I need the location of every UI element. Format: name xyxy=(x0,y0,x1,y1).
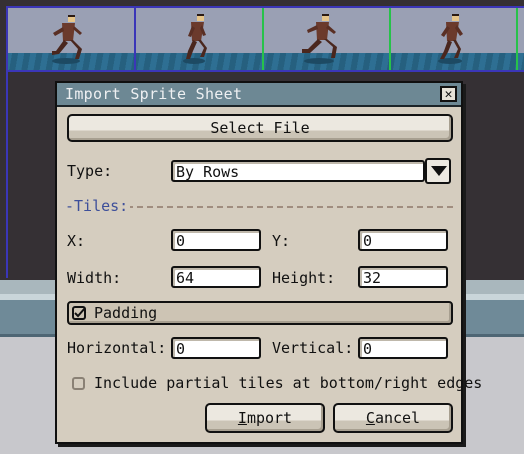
grid-line xyxy=(6,6,524,8)
dialog-title: Import Sprite Sheet xyxy=(65,85,243,103)
sprite-frame-1 xyxy=(52,15,82,64)
vertical-padding-field[interactable]: 0 xyxy=(358,337,448,359)
cancel-button[interactable]: Cancel xyxy=(333,403,453,433)
horizontal-value: 0 xyxy=(176,340,186,358)
sprite-frame-4 xyxy=(438,14,463,64)
type-label: Type: xyxy=(67,162,113,180)
y-value: 0 xyxy=(363,232,373,250)
grid-line xyxy=(134,6,136,72)
sprite-frame-3 xyxy=(302,14,337,64)
width-value: 64 xyxy=(176,269,195,287)
tiles-section-title: -Tiles: xyxy=(65,197,131,215)
vertical-value: 0 xyxy=(363,340,373,358)
x-field[interactable]: 0 xyxy=(171,229,261,251)
select-file-button[interactable]: Select File xyxy=(67,114,453,142)
x-value: 0 xyxy=(176,232,186,250)
height-field[interactable]: 32 xyxy=(358,266,448,288)
dialog-titlebar[interactable]: Import Sprite Sheet ✕ xyxy=(57,83,461,107)
close-icon: ✕ xyxy=(444,86,453,102)
frame-divider xyxy=(262,7,264,71)
frame-divider xyxy=(516,7,518,71)
import-button-label: Import xyxy=(237,409,293,427)
close-button[interactable]: ✕ xyxy=(440,86,457,102)
vertical-label: Vertical: xyxy=(272,339,354,357)
type-dropdown-button[interactable] xyxy=(425,158,451,184)
horizontal-padding-field[interactable]: 0 xyxy=(171,337,261,359)
x-label: X: xyxy=(67,232,86,250)
padding-label: Padding xyxy=(94,304,158,322)
sprite-frame-2 xyxy=(183,14,207,64)
height-label: Height: xyxy=(272,269,336,287)
horizontal-label: Horizontal: xyxy=(67,339,167,357)
grid-line xyxy=(6,70,524,72)
type-select-value: By Rows xyxy=(176,163,240,181)
type-select[interactable]: By Rows xyxy=(171,160,425,182)
width-field[interactable]: 64 xyxy=(171,266,261,288)
import-sprite-sheet-dialog: Import Sprite Sheet ✕ Select File Type: … xyxy=(55,81,482,444)
y-label: Y: xyxy=(272,232,291,250)
checkmark-icon xyxy=(72,306,86,320)
height-value: 32 xyxy=(363,269,382,287)
y-field[interactable]: 0 xyxy=(358,229,448,251)
frame-divider xyxy=(389,7,391,71)
import-button[interactable]: Import xyxy=(205,403,325,433)
sprite-sheet-preview xyxy=(6,7,524,71)
cancel-button-label: Cancel xyxy=(365,409,421,427)
chevron-down-icon xyxy=(431,166,447,176)
width-label: Width: xyxy=(67,269,122,287)
padding-toggle[interactable]: Padding xyxy=(67,301,453,325)
partial-tiles-label[interactable]: Include partial tiles at bottom/right ed… xyxy=(94,374,482,392)
partial-tiles-checkbox[interactable] xyxy=(72,377,85,390)
grid-line xyxy=(6,6,8,278)
